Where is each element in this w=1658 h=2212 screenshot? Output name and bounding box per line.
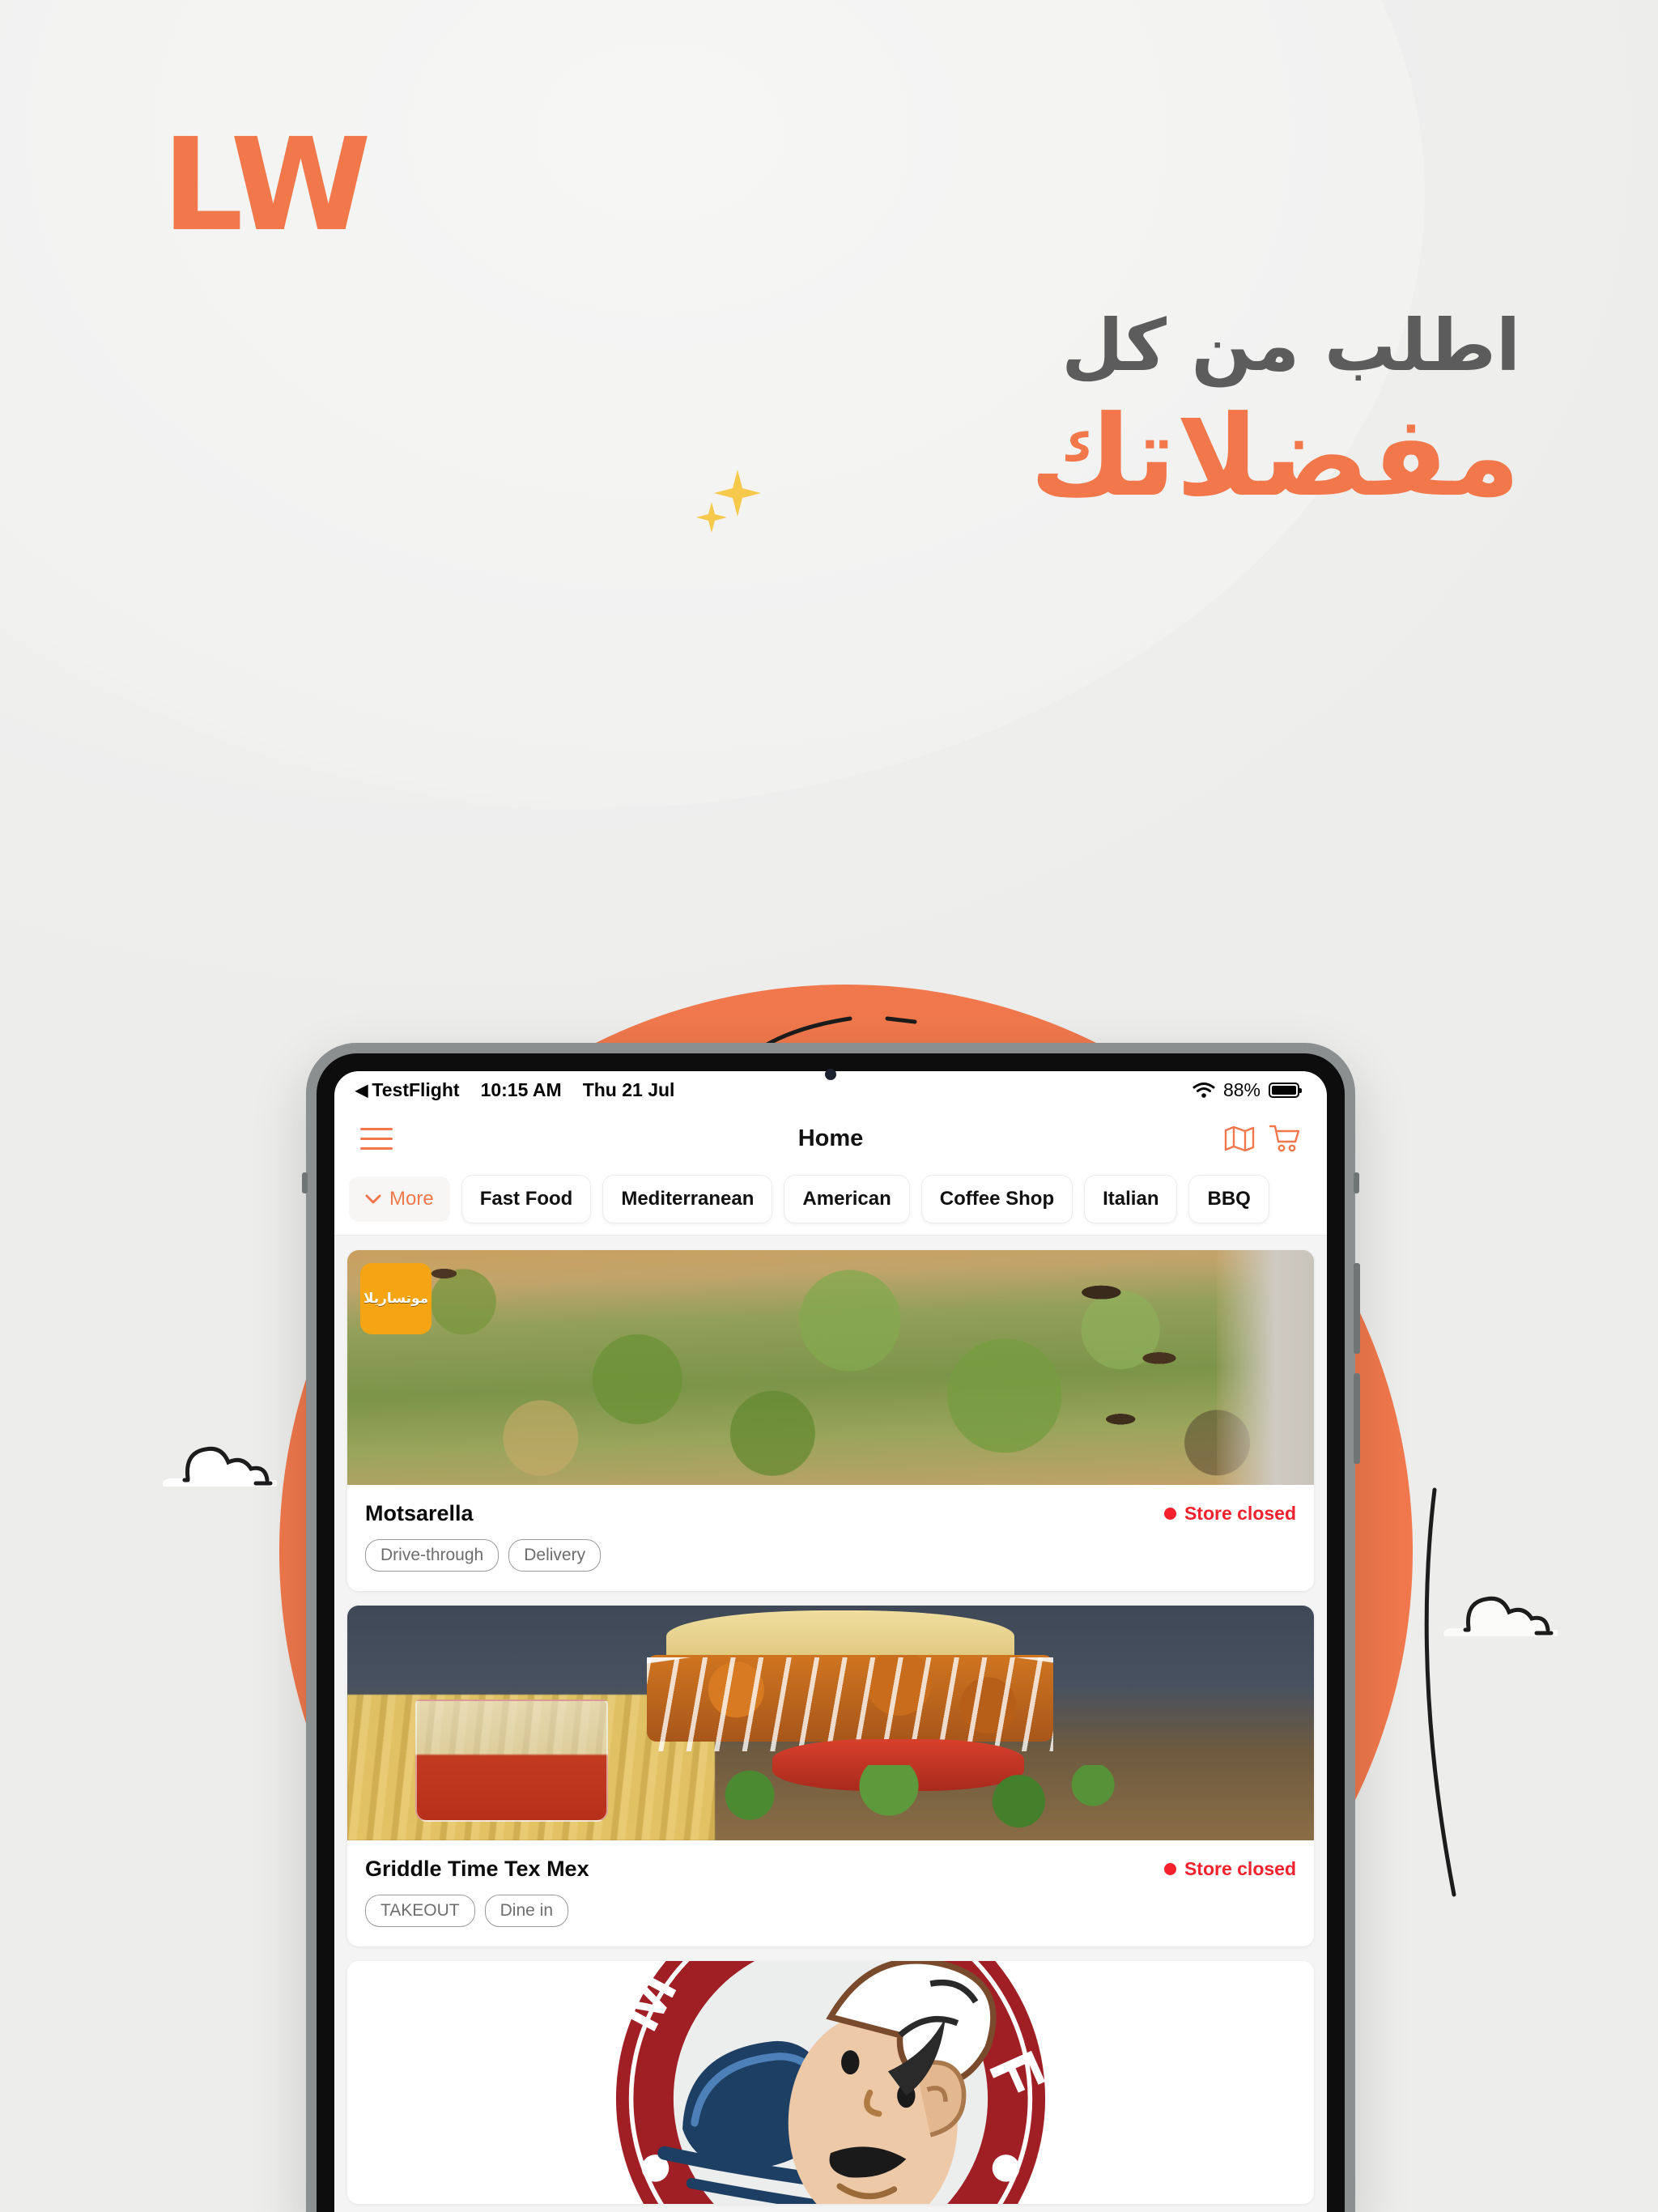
tablet-device-mockup: ◀ TestFlight 10:15 AM Thu 21 Jul 88% Hom… [302,1043,1360,2212]
page-title: Home [797,1125,864,1151]
category-chip-italian[interactable]: Italian [1084,1175,1178,1223]
store-card-header: Motsarella Store closed [365,1501,1296,1526]
store-tags: TAKEOUT Dine in [365,1895,1296,1927]
category-chip-mediterranean[interactable]: Mediterranean [602,1175,773,1223]
front-camera-icon [825,1069,836,1080]
tablet-screen-bezel: ◀ TestFlight 10:15 AM Thu 21 Jul 88% Hom… [317,1053,1345,2212]
hamburger-line-1 [360,1127,393,1130]
store-card-header: Griddle Time Tex Mex Store closed [365,1857,1296,1882]
wifi-icon [1192,1082,1215,1098]
cloud-illustration-right [1443,1596,1558,1636]
marketing-headline: اطلب من كل مفضلاتك [1030,301,1520,518]
store-name: Motsarella [365,1501,474,1525]
store-tag: Drive-through [365,1539,500,1572]
store-status-label: Store closed [1184,1503,1296,1524]
battery-full-icon [1269,1082,1302,1098]
fried-chicken-sandwich-photo [347,1606,1314,1840]
hamburger-menu-icon[interactable] [360,1127,393,1150]
tablet-volume-up-button[interactable] [1354,1263,1360,1354]
status-bar-time: 10:15 AM [480,1078,562,1100]
sauce-drizzle-element [647,1657,1053,1751]
status-dot-icon [1163,1863,1176,1875]
headline-line-1: اطلب من كل [1061,304,1520,387]
store-card[interactable]: موتساريلا Motsarella Store closed Drive-… [347,1250,1314,1591]
cloud-illustration-left [163,1446,277,1487]
sauce-cup-element [414,1699,609,1822]
store-tags: Drive-through Delivery [365,1539,1296,1572]
map-icon[interactable] [1223,1124,1256,1153]
app-nav-bar: Home [334,1108,1327,1168]
tablet-volume-down-button[interactable] [1354,1373,1360,1464]
status-bar-left: ◀ TestFlight 10:15 AM Thu 21 Jul [355,1079,674,1101]
store-card[interactable]: Griddle Time Tex Mex Store closed TAKEOU… [347,1606,1314,1946]
store-logo-badge-label: موتساريلا [363,1291,429,1307]
tablet-power-button[interactable] [1354,1172,1359,1193]
store-status-label: Store closed [1184,1858,1296,1879]
category-chip-american[interactable]: American [784,1175,910,1223]
category-chip-more[interactable]: More [349,1176,450,1222]
category-chip-fast-food[interactable]: Fast Food [461,1175,592,1223]
greens-element [666,1765,1131,1840]
chef-circular-logo: M F [347,1961,1314,2204]
store-tag: Dine in [484,1895,568,1927]
category-filter-bar[interactable]: More Fast Food Mediterranean American Co… [334,1168,1327,1236]
back-arrow-icon[interactable]: ◀ [355,1080,368,1100]
headline-line-2: مفضلاتك [1030,391,1520,521]
status-bar-date: Thu 21 Jul [582,1078,675,1100]
hamburger-line-3 [360,1146,393,1150]
chevron-down-icon [365,1194,381,1203]
brand-logo: LW [162,111,372,260]
store-name: Griddle Time Tex Mex [365,1857,589,1881]
shopping-cart-icon[interactable] [1269,1123,1301,1154]
battery-percent-label: 88% [1222,1078,1261,1100]
store-tag: TAKEOUT [365,1895,475,1927]
decorative-arc-right [1424,1487,1456,1897]
store-card[interactable]: M F [347,1961,1314,2204]
category-chip-coffee-shop[interactable]: Coffee Shop [920,1175,1073,1223]
status-bar-app-name[interactable]: TestFlight [372,1079,459,1101]
status-bar-right: 88% [1192,1078,1302,1101]
store-logo-badge: موتساريلا [360,1263,432,1334]
tablet-button-left[interactable] [302,1172,308,1193]
hamburger-line-2 [360,1137,393,1140]
store-feed-list[interactable]: موتساريلا Motsarella Store closed Drive-… [334,1236,1327,2212]
status-badge: Store closed [1163,1858,1296,1880]
store-card-info: Griddle Time Tex Mex Store closed TAKEOU… [347,1840,1314,1946]
status-badge: Store closed [1163,1503,1296,1525]
status-dot-icon [1163,1508,1176,1520]
category-chip-bbq[interactable]: BBQ [1188,1175,1269,1223]
store-tag: Delivery [508,1539,602,1572]
sparkle-star-small [695,500,729,534]
store-card-info: Motsarella Store closed Drive-through De… [347,1485,1314,1591]
nav-actions [1223,1123,1301,1154]
battery-fill [1272,1085,1296,1095]
category-chip-more-label: More [389,1188,434,1210]
app-screen: ◀ TestFlight 10:15 AM Thu 21 Jul 88% Hom… [334,1071,1327,2212]
chef-logo-graphic: M F [604,1961,1057,2204]
arugula-pizza-photo: موتساريلا [347,1250,1314,1485]
